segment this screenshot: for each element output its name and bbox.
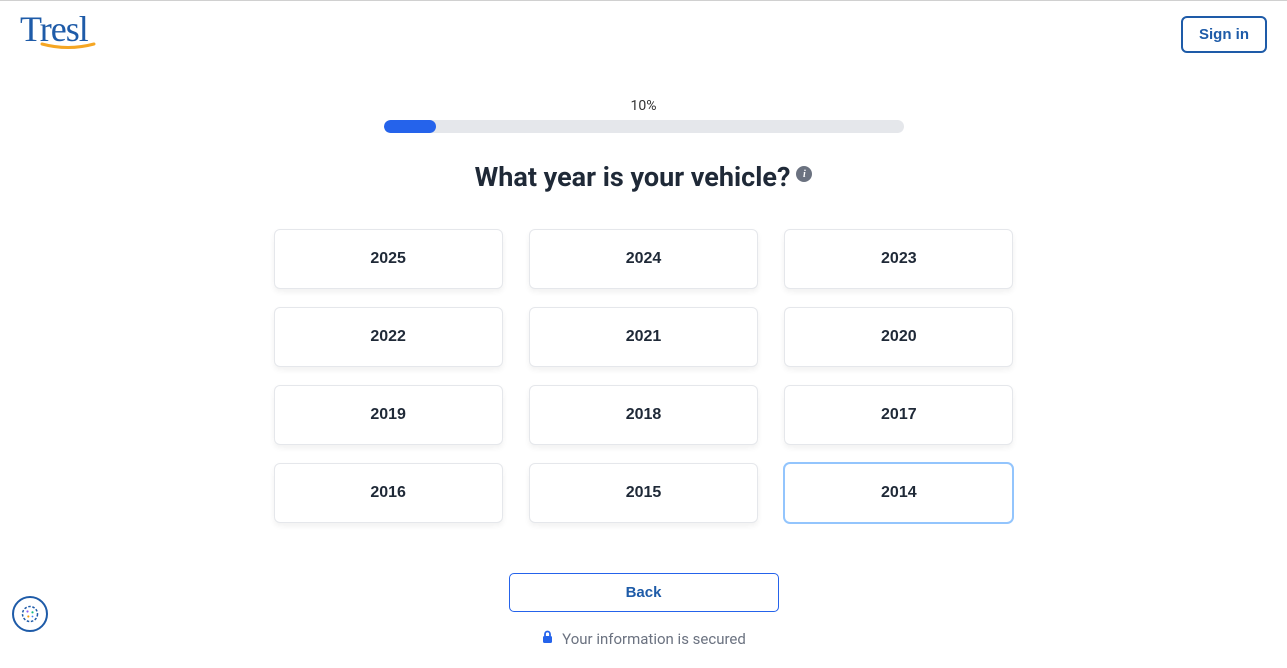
- secured-row: Your information is secured: [204, 630, 1084, 648]
- year-option-2025[interactable]: 2025: [274, 229, 503, 289]
- question-title: What year is your vehicle?: [475, 161, 791, 193]
- main-content: 10% What year is your vehicle? i 2025202…: [184, 68, 1104, 668]
- cookie-icon: [20, 604, 40, 624]
- signin-button[interactable]: Sign in: [1181, 16, 1267, 53]
- progress-section: 10%: [204, 98, 1084, 133]
- back-button[interactable]: Back: [509, 573, 779, 612]
- logo[interactable]: Tresl: [20, 9, 130, 60]
- lock-icon: [541, 630, 554, 648]
- progress-bar: [384, 120, 904, 133]
- year-option-2016[interactable]: 2016: [274, 463, 503, 523]
- progress-fill: [384, 120, 436, 133]
- year-option-2014[interactable]: 2014: [784, 463, 1013, 523]
- header: Tresl Sign in: [0, 0, 1287, 68]
- year-option-2022[interactable]: 2022: [274, 307, 503, 367]
- year-option-2023[interactable]: 2023: [784, 229, 1013, 289]
- year-option-2021[interactable]: 2021: [529, 307, 758, 367]
- year-option-2017[interactable]: 2017: [784, 385, 1013, 445]
- secured-text: Your information is secured: [562, 630, 746, 648]
- cookie-preferences-button[interactable]: [12, 596, 48, 632]
- year-option-2024[interactable]: 2024: [529, 229, 758, 289]
- year-option-2018[interactable]: 2018: [529, 385, 758, 445]
- year-option-2015[interactable]: 2015: [529, 463, 758, 523]
- svg-text:Tresl: Tresl: [20, 9, 89, 49]
- info-icon[interactable]: i: [796, 166, 812, 182]
- year-option-2020[interactable]: 2020: [784, 307, 1013, 367]
- question-row: What year is your vehicle? i: [204, 161, 1084, 193]
- year-option-2019[interactable]: 2019: [274, 385, 503, 445]
- tresl-logo-icon: Tresl: [20, 9, 130, 51]
- year-options-grid: 2025 2024 2023 2022 2021 2020 2019 2018 2017 2016…: [274, 229, 1014, 523]
- progress-percent-label: 10%: [204, 98, 1084, 114]
